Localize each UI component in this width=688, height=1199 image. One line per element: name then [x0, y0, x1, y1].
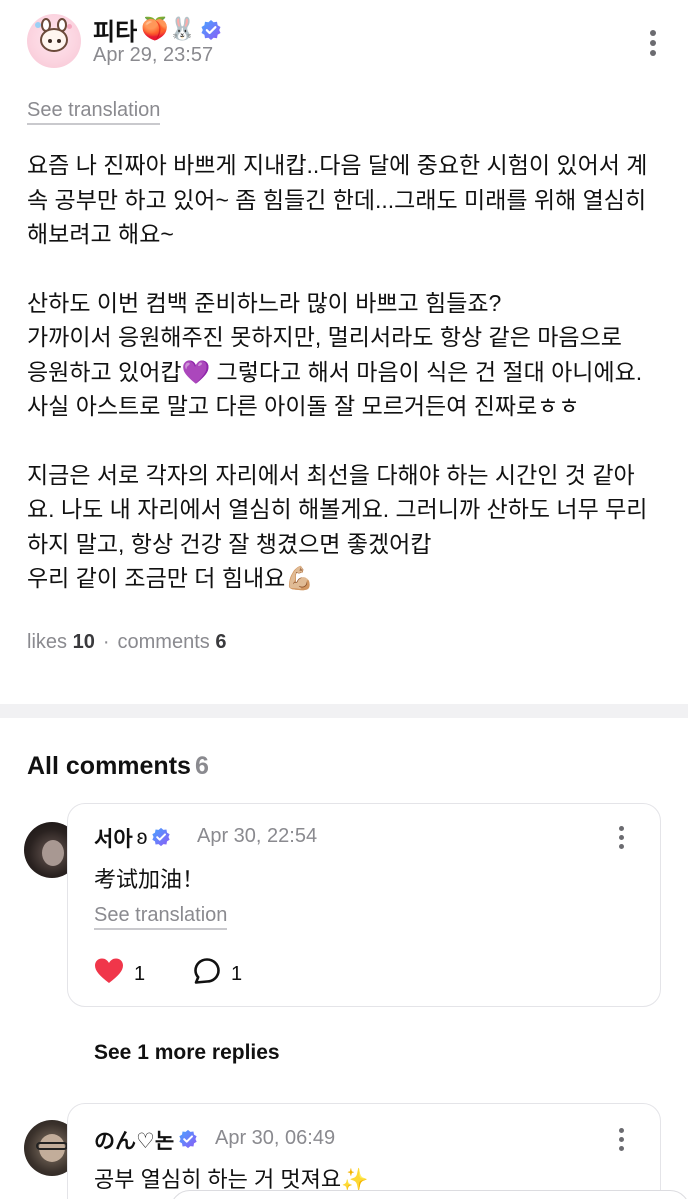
post-detail-page: 피타 🍑🐰 Apr 29, 23:57 See translation 요즘 나… [0, 0, 688, 1199]
comment-timestamp: Apr 30, 22:54 [197, 825, 318, 847]
comment-input-bar[interactable] [170, 1190, 688, 1199]
comments-title-text: All comments [27, 752, 191, 780]
commenter-name-text: 서아 [94, 828, 133, 851]
verified-badge-icon [200, 19, 222, 41]
post-line: 요. 나도 내 자리에서 열심히 해볼게요. 그러니까 산하도 너무 무리 [27, 496, 648, 522]
avatar-face [40, 28, 68, 52]
post-line: 응원하고 있어캅💜 그렇다고 해서 마음이 식은 건 절대 아니에요. [27, 358, 643, 385]
post-paragraph: 산하도 이번 컴백 준비하느라 많이 바쁘고 힘들죠? 가까이서 응원해주진 못… [27, 286, 667, 424]
avatar-eye [57, 39, 61, 43]
post-header: 피타 🍑🐰 Apr 29, 23:57 [27, 12, 667, 72]
author-name[interactable]: 피타 🍑🐰 [93, 12, 222, 47]
comment-bubble-icon [193, 957, 221, 991]
post-line: 우리 같이 조금만 더 힘내요💪🏼 [27, 565, 314, 591]
see-more-replies-link[interactable]: See 1 more replies [94, 1041, 280, 1065]
heart-icon [94, 957, 124, 991]
see-translation-link[interactable]: See translation [27, 99, 161, 125]
comments-count[interactable]: 6 [215, 631, 226, 653]
section-divider [0, 704, 688, 718]
verified-badge-icon [151, 827, 173, 849]
comment-reply-button[interactable]: 1 [193, 957, 242, 991]
comment-reply-count: 1 [231, 962, 243, 985]
more-vertical-icon[interactable] [649, 30, 657, 56]
post-line: 산하도 이번 컴백 준비하느라 많이 바쁘고 힘들죠? [27, 289, 502, 316]
author-name-text: 피타 [93, 19, 138, 46]
comment-timestamp: Apr 30, 06:49 [215, 1127, 336, 1149]
commenter-name[interactable]: 서아 ʚ [94, 823, 173, 853]
avatar-decor-dot [67, 24, 72, 29]
comment-text: 考试加油！ [94, 867, 205, 892]
post-timestamp: Apr 29, 23:57 [93, 44, 214, 66]
post-line: 지금은 서로 각자의 자리에서 최선을 다해야 하는 시간인 것 같아 [27, 461, 635, 488]
post-body: 요즘 나 진짜아 바쁘게 지내캅..다음 달에 중요한 시험이 있어서 계 속 … [27, 148, 667, 596]
more-vertical-icon[interactable] [617, 826, 625, 849]
more-vertical-icon[interactable] [617, 1128, 625, 1151]
author-avatar[interactable] [27, 14, 81, 68]
post-line: 해보려고 해요~ [27, 221, 174, 247]
commenter-name-suffix: ʚ [136, 826, 148, 849]
post-line: 사실 아스트로 말고 다른 아이돌 잘 모르거든여 진짜로ㅎㅎ [27, 393, 580, 419]
post-line: 하지 말고, 항상 건강 잘 챙겼으면 좋겠어캅 [27, 530, 432, 557]
likes-count[interactable]: 10 [73, 631, 95, 653]
see-translation-link[interactable]: See translation [94, 904, 228, 930]
post-paragraph: 지금은 서로 각자의 자리에서 최선을 다해야 하는 시간인 것 같아 요. 나… [27, 458, 667, 596]
comment-like-button[interactable]: 1 [94, 957, 145, 991]
likes-label[interactable]: likes [27, 631, 67, 653]
author-name-emojis: 🍑🐰 [141, 17, 196, 42]
comment-like-count: 1 [134, 962, 146, 985]
post-line: 요즘 나 진짜아 바쁘게 지내캅..다음 달에 중요한 시험이 있어서 계 [27, 152, 648, 178]
post-paragraph: 요즘 나 진짜아 바쁘게 지내캅..다음 달에 중요한 시험이 있어서 계 속 … [27, 148, 667, 252]
post-line: 속 공부만 하고 있어~ 좀 힘들긴 한데...그래도 미래를 위해 열심히 [27, 186, 647, 213]
avatar-eye [48, 39, 52, 43]
verified-badge-icon [178, 1129, 200, 1151]
post-stats: likes 10 · comments 6 [27, 631, 226, 654]
comments-section-title: All comments 6 [27, 752, 209, 781]
comments-label[interactable]: comments [118, 631, 210, 653]
comments-title-count: 6 [194, 752, 209, 780]
commenter-name-text: のん♡논 [94, 1130, 175, 1153]
commenter-name[interactable]: のん♡논 [94, 1125, 200, 1155]
stats-separator: · [102, 631, 110, 653]
post-line: 가까이서 응원해주진 못하지만, 멀리서라도 항상 같은 마음으로 [27, 324, 622, 350]
